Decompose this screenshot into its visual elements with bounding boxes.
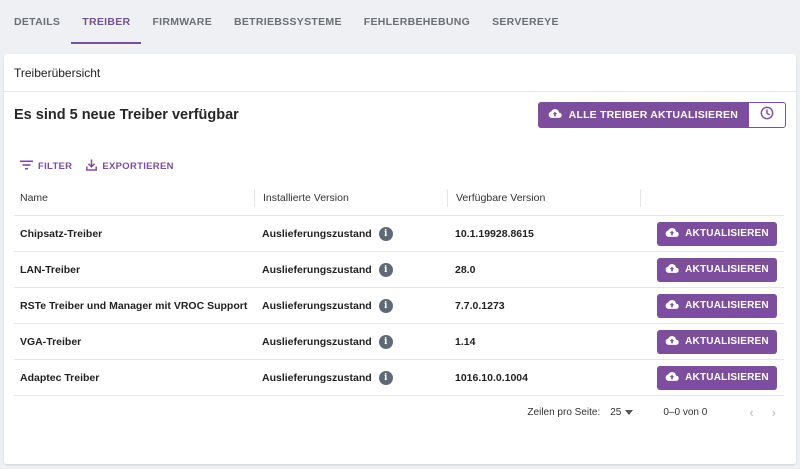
header-name[interactable]: Name [14, 192, 254, 204]
info-icon[interactable]: i [378, 298, 393, 313]
driver-name: LAN-Treiber [20, 263, 81, 276]
caret-down-icon [625, 407, 634, 418]
cloud-upload-icon [665, 263, 679, 277]
update-driver-button[interactable]: AKTUALISIEREN [657, 293, 777, 318]
tab-firmware[interactable]: FIRMWARE [141, 0, 223, 44]
installed-version: Auslieferungszustand [262, 227, 372, 240]
filter-button[interactable]: FILTER [20, 160, 72, 173]
update-driver-button[interactable]: AKTUALISIEREN [657, 257, 777, 282]
cloud-upload-icon [665, 299, 679, 313]
available-version: 10.1.19928.8615 [455, 227, 534, 240]
available-version: 1016.10.0.1004 [455, 371, 528, 384]
update-all-label: ALLE TREIBER AKTUALISIEREN [568, 109, 738, 121]
installed-version: Auslieferungszustand [262, 335, 372, 348]
pagination: Zeilen pro Seite: 25 0–0 von 0 ‹ › [527, 404, 776, 420]
update-driver-button[interactable]: AKTUALISIEREN [657, 365, 777, 390]
info-icon[interactable]: i [378, 226, 393, 241]
available-drivers-summary: Es sind 5 neue Treiber verfügbar [14, 107, 239, 123]
export-label: EXPORTIEREN [102, 160, 174, 172]
update-label: AKTUALISIEREN [685, 300, 769, 311]
driver-name: Chipsatz-Treiber [20, 227, 103, 240]
tab-details[interactable]: DETAILS [3, 0, 71, 44]
rows-per-page-select[interactable]: 25 [610, 406, 634, 418]
chevron-left-icon[interactable]: ‹ [749, 405, 753, 420]
drivers-table: Name Installierte Version Verfügbare Ver… [14, 180, 784, 396]
update-driver-button[interactable]: AKTUALISIEREN [657, 329, 777, 354]
card-title: Treiberübersicht [4, 54, 796, 92]
tab-servereye[interactable]: SERVEREYE [481, 0, 570, 44]
update-label: AKTUALISIEREN [685, 336, 769, 347]
table-toolbar: FILTER EXPORTIEREN [20, 158, 174, 174]
table-row: RSTe Treiber und Manager mit VROC Suppor… [14, 288, 784, 324]
filter-label: FILTER [38, 160, 73, 172]
driver-name: Adaptec Treiber [20, 371, 100, 384]
cloud-upload-icon [665, 335, 679, 349]
available-version: 1.14 [455, 335, 476, 348]
installed-version: Auslieferungszustand [262, 371, 372, 384]
header-installed-version[interactable]: Installierte Version [254, 188, 447, 207]
summary-row: Es sind 5 neue Treiber verfügbar ALLE TR… [14, 102, 786, 128]
update-label: AKTUALISIEREN [685, 372, 769, 383]
table-row: LAN-Treiber Auslieferungszustand i 28.0 A… [14, 252, 784, 288]
installed-version: Auslieferungszustand [262, 299, 372, 312]
table-header: Name Installierte Version Verfügbare Ver… [14, 180, 784, 216]
download-icon [86, 159, 98, 174]
driver-name: VGA-Treiber [20, 335, 82, 348]
filter-icon [20, 160, 33, 173]
tab-bar: DETAILS TREIBER FIRMWARE BETRIEBSSYSTEME… [0, 0, 800, 44]
update-driver-button[interactable]: AKTUALISIEREN [657, 221, 777, 246]
table-row: Adaptec Treiber Auslieferungszustand i 10… [14, 360, 784, 396]
header-actions [640, 188, 784, 207]
available-version: 28.0 [455, 263, 476, 276]
page-range: 0–0 von 0 [663, 406, 708, 418]
header-available-version[interactable]: Verfügbare Version [447, 188, 640, 207]
table-row: VGA-Treiber Auslieferungszustand i 1.14 A… [14, 324, 784, 360]
cloud-upload-icon [665, 227, 679, 241]
info-icon[interactable]: i [378, 370, 393, 385]
update-label: AKTUALISIEREN [685, 264, 769, 275]
available-version: 7.7.0.1273 [455, 299, 505, 312]
clock-icon [760, 106, 774, 125]
rows-per-page-label: Zeilen pro Seite: [527, 406, 601, 418]
tab-betriebssysteme[interactable]: BETRIEBSSYSTEME [223, 0, 353, 44]
info-icon[interactable]: i [378, 334, 393, 349]
rows-per-page-value: 25 [610, 406, 622, 418]
chevron-right-icon[interactable]: › [772, 405, 776, 420]
tab-treiber[interactable]: TREIBER [71, 0, 142, 44]
export-button[interactable]: EXPORTIEREN [86, 159, 173, 174]
cloud-upload-icon [548, 108, 562, 122]
update-label: AKTUALISIEREN [685, 228, 769, 239]
table-row: Chipsatz-Treiber Auslieferungszustand i 1… [14, 216, 784, 252]
driver-name: RSTe Treiber und Manager mit VROC Suppor… [20, 299, 248, 312]
cloud-upload-icon [665, 371, 679, 385]
schedule-button[interactable] [748, 102, 786, 128]
installed-version: Auslieferungszustand [262, 263, 372, 276]
tab-fehlerbehebung[interactable]: FEHLERBEHEBUNG [353, 0, 481, 44]
info-icon[interactable]: i [378, 262, 393, 277]
driver-overview-card: Treiberübersicht Es sind 5 neue Treiber … [4, 54, 796, 464]
update-all-button[interactable]: ALLE TREIBER AKTUALISIEREN [537, 102, 748, 128]
update-all-group: ALLE TREIBER AKTUALISIEREN [537, 102, 786, 128]
